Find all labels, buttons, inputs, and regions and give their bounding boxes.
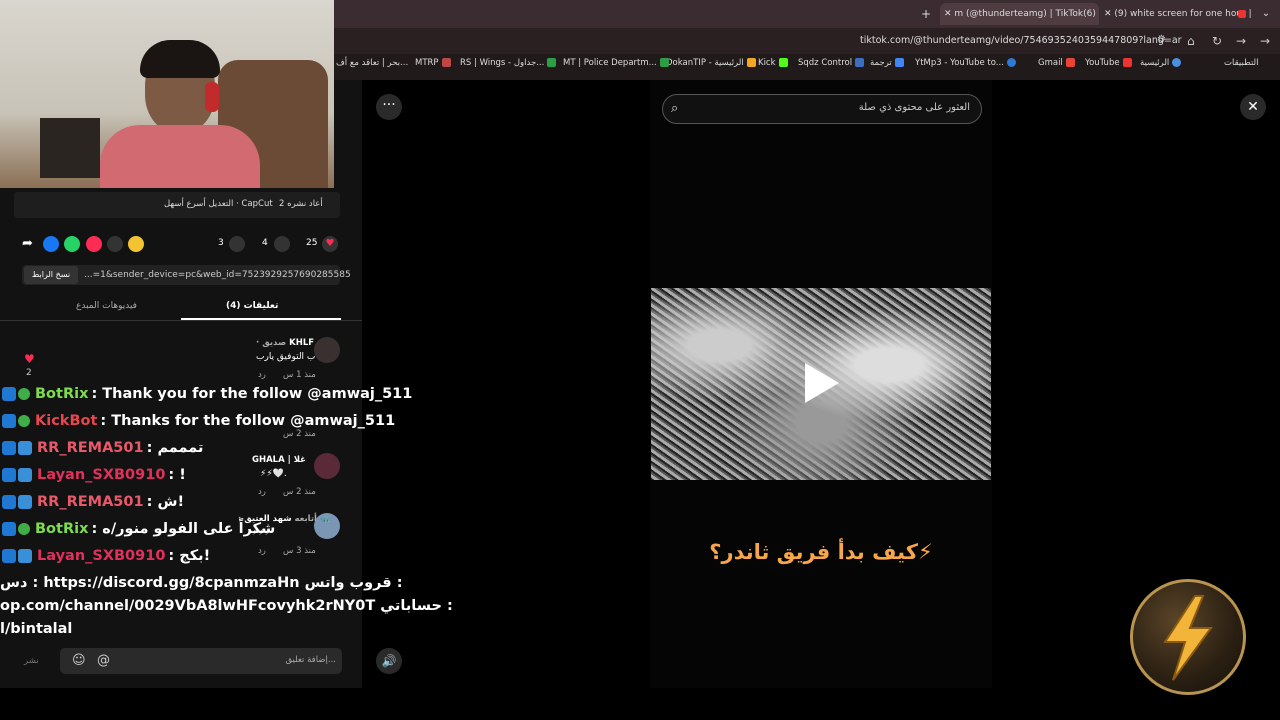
comment-icon[interactable]: [274, 236, 290, 252]
person-hair: [140, 40, 220, 78]
reload-icon[interactable]: ↻: [1212, 34, 1222, 48]
youtube-icon: [1238, 10, 1246, 18]
comment-time: منذ 2 س: [283, 487, 316, 497]
avatar[interactable]: [314, 337, 340, 363]
bookmark-gmail[interactable]: Gmail: [1038, 58, 1075, 68]
tab-label: (9) white screen for one hour |: [1114, 9, 1252, 19]
person-shirt: [100, 125, 260, 188]
tab-comments[interactable]: تعليقات (4): [226, 301, 278, 311]
bookmark-ytmp3[interactable]: YtMp3 - YouTube to...: [915, 58, 1016, 68]
overlay-link-line: l/bintalal: [0, 621, 73, 637]
tab-creator-videos[interactable]: فيديوهات المبدع: [76, 301, 137, 311]
settings-icon[interactable]: ⚙: [1157, 34, 1166, 45]
video-caption: كيف بدأ فريق ثاندر؟⚡: [709, 540, 933, 564]
bookmark-kick[interactable]: Kick: [758, 58, 788, 68]
volume-icon[interactable]: 🔊: [376, 648, 402, 674]
heart-icon[interactable]: ♥: [24, 352, 35, 366]
like-count: 25: [306, 238, 318, 248]
comment-time: منذ 1 س: [283, 370, 316, 380]
overlay-discord-line: دس : https://discord.gg/8cpanmzaHn قروب …: [0, 575, 403, 591]
chat-message: RR_REMA501: ش!: [2, 494, 184, 510]
play-icon[interactable]: [805, 363, 839, 403]
copy-link-button[interactable]: نسخ الرابط: [24, 266, 78, 284]
close-icon[interactable]: ✕: [1240, 94, 1266, 120]
share-arrow-icon[interactable]: ➦: [22, 236, 33, 251]
whatsapp-icon[interactable]: [64, 236, 80, 252]
chat-message: BotRix: شكراً على الفولو منور/ه: [2, 521, 275, 537]
reply-link[interactable]: رد: [258, 370, 266, 380]
desk: [40, 118, 100, 178]
bookmark-rs-wings[interactable]: RS | Wings - جداول...: [460, 58, 557, 68]
comment-like-count: 2: [26, 368, 32, 378]
close-icon[interactable]: ✕: [944, 9, 952, 19]
bookmark-mt-police[interactable]: MT | Police Departm...: [563, 58, 669, 68]
post-button[interactable]: نشر: [24, 656, 39, 666]
chevron-down-icon[interactable]: ⌄: [1256, 3, 1276, 25]
coin-icon[interactable]: [128, 236, 144, 252]
bookmark-mtrp[interactable]: MTRP: [415, 58, 451, 68]
search-placeholder: العثور على محتوى ذي صلة: [858, 102, 970, 113]
more-options-icon[interactable]: ···: [376, 94, 402, 120]
reply-link[interactable]: رد: [258, 487, 266, 497]
send-icon[interactable]: [86, 236, 102, 252]
back-icon[interactable]: →: [1260, 34, 1270, 48]
tab-label: m (@thunderteamg) | TikTok(6): [954, 9, 1096, 19]
chat-message: Layan_SXB0910: !: [2, 467, 186, 483]
overlay-whatsapp-line: op.com/channel/0029VbA8lwHFcovyhk2rNY0T …: [0, 598, 453, 614]
reposts-label: 2 أعاد نشره: [279, 199, 323, 209]
heart-icon[interactable]: ♥: [322, 236, 338, 252]
embed-icon[interactable]: [107, 236, 123, 252]
comment-placeholder: إضافة تعليق...: [285, 655, 336, 665]
comment-user: GHALA | غلا: [252, 455, 306, 465]
url-text[interactable]: tiktok.com/@thunderteamg/video/754693524…: [860, 35, 1182, 46]
comment-time: منذ 2 س: [283, 429, 316, 439]
forward-icon[interactable]: →: [1236, 34, 1246, 48]
avatar[interactable]: [314, 453, 340, 479]
emoji-icon[interactable]: ☺: [72, 653, 86, 668]
headset-icon: [205, 82, 219, 112]
mention-icon[interactable]: @: [97, 653, 110, 668]
close-icon[interactable]: ✕: [1104, 9, 1112, 19]
facebook-icon[interactable]: [43, 236, 59, 252]
bookmark-apps[interactable]: التطبيقات: [1224, 58, 1259, 68]
bookmark-translate[interactable]: ترجمة: [870, 58, 904, 68]
bookmark-dokantip[interactable]: DokanTIP - الرئيسية: [666, 58, 756, 68]
capcut-label: التعديل أسرع أسهل · CapCut: [164, 199, 273, 209]
divider: [0, 320, 362, 321]
bookmark-youtube[interactable]: YouTube: [1085, 58, 1132, 68]
webcam-overlay: [0, 0, 334, 188]
bookmark-icon[interactable]: [229, 236, 245, 252]
bookmark-sqdz[interactable]: Sqdz Control: [798, 58, 865, 68]
comment-text: ب التوفيق يارب: [256, 352, 316, 362]
tab-youtube[interactable]: ✕ (9) white screen for one hour |: [1100, 3, 1254, 25]
share-url: ...=1&sender_device=pc&web_id=7523929257…: [84, 270, 351, 280]
chat-message: BotRix: Thank you for the follow @amwaj_…: [2, 386, 412, 402]
reply-link[interactable]: رد: [258, 546, 266, 556]
chat-message: Layan_SXB0910: بكج!: [2, 548, 210, 564]
comment-time: منذ 3 س: [283, 546, 316, 556]
comment-user: · صديق KHLF: [256, 338, 315, 348]
chat-message: RR_REMA501: تمممم: [2, 440, 203, 456]
search-icon[interactable]: ⌕: [671, 101, 678, 116]
tab-tiktok[interactable]: ✕ m (@thunderteamg) | TikTok(6): [940, 3, 1099, 25]
chat-message: KickBot: Thanks for the follow @amwaj_51…: [2, 413, 395, 429]
bookmark-count: 3: [218, 238, 224, 248]
bookmark-bahr[interactable]: بحر | تعاقد مع أف...: [336, 58, 408, 68]
home-icon[interactable]: ⌂: [1187, 34, 1195, 48]
comment-count: 4: [262, 238, 268, 248]
thunder-logo: [1130, 579, 1246, 695]
bookmark-home[interactable]: الرئيسية: [1140, 58, 1182, 68]
lightning-icon: [1163, 595, 1213, 681]
comment-text: ⚡⚡🤍.: [260, 469, 287, 479]
new-tab-button[interactable]: +: [918, 3, 934, 25]
